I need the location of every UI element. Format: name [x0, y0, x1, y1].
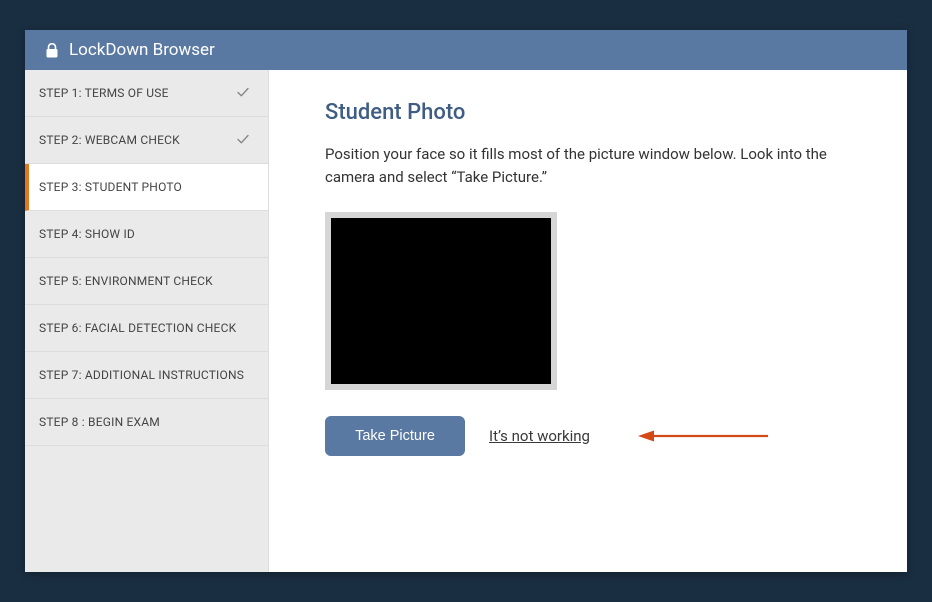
- sidebar-item-label: STEP 7: ADDITIONAL INSTRUCTIONS: [39, 368, 244, 382]
- arrow-annotation-icon: [636, 429, 771, 443]
- lock-icon: [45, 43, 59, 58]
- sidebar-item-step-6[interactable]: STEP 6: FACIAL DETECTION CHECK: [25, 305, 268, 352]
- sidebar-item-label: STEP 2: WEBCAM CHECK: [39, 133, 180, 147]
- sidebar-item-label: STEP 6: FACIAL DETECTION CHECK: [39, 321, 236, 335]
- sidebar: STEP 1: TERMS OF USE STEP 2: WEBCAM CHEC…: [25, 70, 269, 572]
- sidebar-item-step-4[interactable]: STEP 4: SHOW ID: [25, 211, 268, 258]
- sidebar-item-step-8[interactable]: STEP 8 : BEGIN EXAM: [25, 399, 268, 446]
- take-picture-button[interactable]: Take Picture: [325, 416, 465, 456]
- page-title: Student Photo: [325, 100, 851, 125]
- check-icon: [236, 85, 250, 102]
- check-icon: [236, 132, 250, 149]
- app-title: LockDown Browser: [69, 40, 215, 60]
- action-row: Take Picture It’s not working: [325, 416, 851, 456]
- sidebar-item-step-2[interactable]: STEP 2: WEBCAM CHECK: [25, 117, 268, 164]
- title-bar: LockDown Browser: [25, 30, 907, 70]
- app-window: LockDown Browser STEP 1: TERMS OF USE ST…: [25, 30, 907, 572]
- instructions-text: Position your face so it fills most of t…: [325, 143, 845, 188]
- sidebar-item-label: STEP 1: TERMS OF USE: [39, 86, 169, 100]
- its-not-working-link[interactable]: It’s not working: [489, 427, 590, 445]
- sidebar-item-step-5[interactable]: STEP 5: ENVIRONMENT CHECK: [25, 258, 268, 305]
- sidebar-item-step-1[interactable]: STEP 1: TERMS OF USE: [25, 70, 268, 117]
- sidebar-item-label: STEP 3: STUDENT PHOTO: [39, 180, 182, 194]
- sidebar-item-step-3[interactable]: STEP 3: STUDENT PHOTO: [25, 164, 268, 211]
- camera-preview: [331, 218, 551, 384]
- content-area: STEP 1: TERMS OF USE STEP 2: WEBCAM CHEC…: [25, 70, 907, 572]
- sidebar-item-label: STEP 5: ENVIRONMENT CHECK: [39, 274, 213, 288]
- sidebar-item-step-7[interactable]: STEP 7: ADDITIONAL INSTRUCTIONS: [25, 352, 268, 399]
- sidebar-item-label: STEP 8 : BEGIN EXAM: [39, 415, 160, 429]
- main-panel: Student Photo Position your face so it f…: [269, 70, 907, 572]
- sidebar-item-label: STEP 4: SHOW ID: [39, 227, 135, 241]
- camera-preview-frame: [325, 212, 557, 390]
